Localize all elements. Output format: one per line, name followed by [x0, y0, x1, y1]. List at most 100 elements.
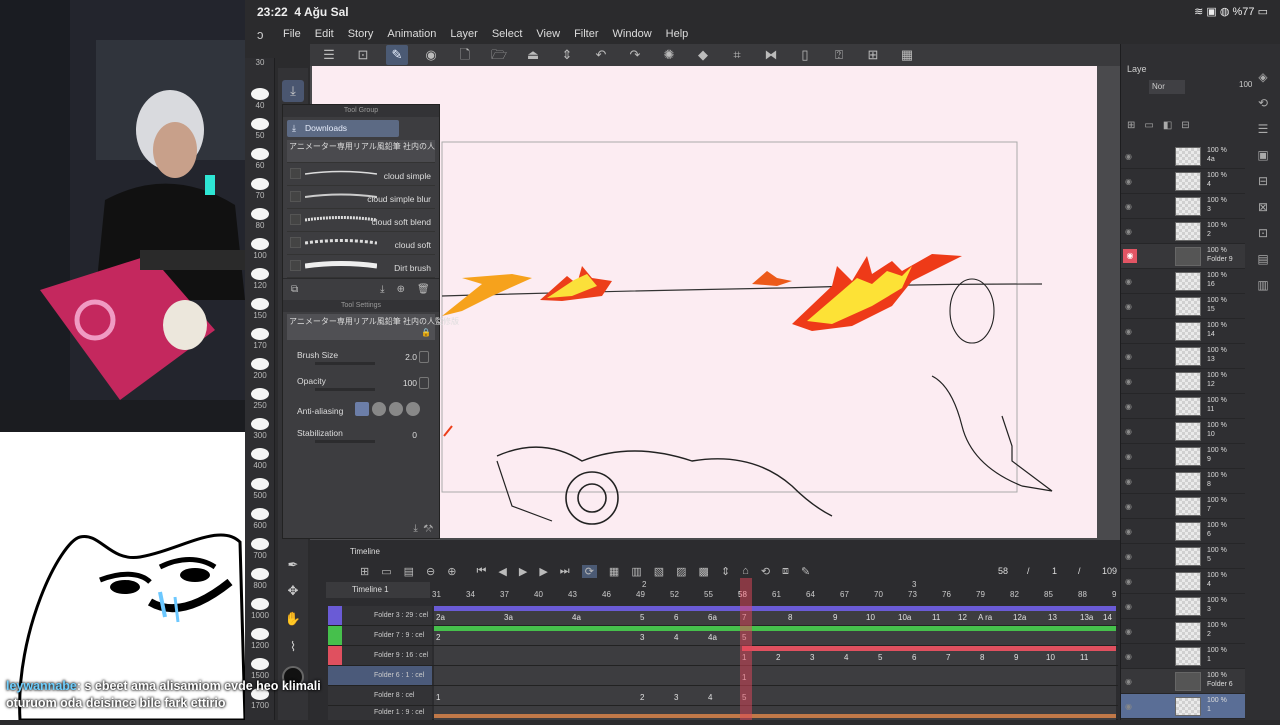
layer-tab[interactable]: Laye	[1127, 64, 1147, 74]
brush-size-option[interactable]: 400	[249, 448, 271, 470]
subview-icon[interactable]: ⊡	[1249, 220, 1277, 246]
trash-icon[interactable]: 🗑	[417, 284, 430, 295]
eye-icon[interactable]: ◉	[1125, 452, 1132, 461]
grid-icon[interactable]: ▦	[896, 45, 918, 65]
layers-icon[interactable]: ◈	[1249, 64, 1277, 90]
layer-row[interactable]: ◉ 100 % 9	[1121, 444, 1245, 469]
eye-icon[interactable]: ◉	[1125, 427, 1132, 436]
brush-item[interactable]: cloud soft blend	[287, 209, 435, 232]
eyedropper-icon[interactable]: ⌇	[282, 636, 304, 658]
eye-icon[interactable]: ◉	[1125, 677, 1132, 686]
menu-story[interactable]: Story	[348, 28, 374, 40]
brush-size-option[interactable]: 30	[249, 58, 271, 67]
image-icon[interactable]: ⊞	[862, 45, 884, 65]
eye-icon[interactable]: ◉	[1123, 249, 1137, 263]
onion-skin-icon[interactable]: ▦	[609, 565, 619, 578]
download-tool-icon[interactable]: ⤓	[282, 80, 304, 102]
play-icon[interactable]: ▶	[519, 565, 527, 578]
menu-select[interactable]: Select	[492, 28, 523, 40]
brush-size-option[interactable]: 200	[249, 358, 271, 380]
layer-row[interactable]: ◉ 100 % 2	[1121, 619, 1245, 644]
mask-icon[interactable]: ◧	[1163, 120, 1181, 131]
eye-icon[interactable]: ◉	[1125, 702, 1132, 711]
brush-size-option[interactable]: 300	[249, 418, 271, 440]
layer-row[interactable]: ◉ 100 % 15	[1121, 294, 1245, 319]
brush-size-option[interactable]: 170	[249, 328, 271, 350]
tag-icon[interactable]: ⊟	[1249, 168, 1277, 194]
layer-row[interactable]: ◉ 100 % 1	[1121, 644, 1245, 669]
layer-row[interactable]: ◉ 100 % 4	[1121, 169, 1245, 194]
eye-icon[interactable]: ◉	[1125, 552, 1132, 561]
stabilization-slider[interactable]	[315, 440, 375, 443]
brush-size-option[interactable]: 150	[249, 298, 271, 320]
zoom-out-icon[interactable]: ⊖	[426, 565, 435, 578]
layer-row[interactable]: ◉ 100 % 4a	[1121, 144, 1245, 169]
brush-item[interactable]: cloud simple blur	[287, 186, 435, 209]
folder-icon[interactable]: ▭	[1144, 120, 1162, 131]
eye-icon[interactable]: ◉	[1125, 652, 1132, 661]
layer-row[interactable]: ◉ 100 % 8	[1121, 469, 1245, 494]
redo-icon[interactable]: ↷	[624, 45, 646, 65]
info-icon[interactable]: ▥	[1249, 272, 1277, 298]
brush-size-option[interactable]: 100	[249, 238, 271, 260]
layer-row[interactable]: ◉ 100 % 3	[1121, 594, 1245, 619]
playhead[interactable]	[740, 578, 752, 720]
material-icon[interactable]: ▣	[1249, 142, 1277, 168]
fill-icon[interactable]: ◆	[692, 45, 714, 65]
hamburger-menu-icon[interactable]: ☰	[318, 45, 340, 65]
brush-size-setting[interactable]: Brush Size 2.0	[283, 346, 439, 372]
timeline-track[interactable]: Folder 9 : 16 : cel 1 2 3 4 5 6 7 8 9 10…	[328, 646, 1118, 666]
layer-row[interactable]: ◉ 100 % 2	[1121, 219, 1245, 244]
timeline-track[interactable]: Folder 6 : 1 : cel 1	[328, 666, 1118, 686]
new-file-icon[interactable]: 🗋	[454, 45, 476, 65]
close-panel-icon[interactable]: ⊠	[1249, 194, 1277, 220]
eye-icon[interactable]: ◉	[1125, 302, 1132, 311]
stabilization-value[interactable]: 0	[412, 430, 417, 440]
eye-icon[interactable]: ◉	[1125, 202, 1132, 211]
track-cells[interactable]	[434, 666, 1116, 685]
aa-strong-option[interactable]	[406, 402, 420, 416]
eye-icon[interactable]: ◉	[1125, 277, 1132, 286]
folder-icon[interactable]: ▭	[381, 565, 391, 578]
camera-icon[interactable]: ⌂	[742, 565, 749, 577]
layer-folder-row[interactable]: ◉ 100 % Folder 6	[1121, 669, 1245, 694]
layer-row[interactable]: ◉ 100 % 6	[1121, 519, 1245, 544]
brush-size-option[interactable]: 700	[249, 538, 271, 560]
color-icon[interactable]: ◉	[420, 45, 442, 65]
lock-icon[interactable]: 🔒	[421, 328, 431, 337]
first-frame-icon[interactable]: ⏮	[476, 565, 486, 578]
layer-row[interactable]: ◉ 100 % 10	[1121, 419, 1245, 444]
eye-icon[interactable]: ◉	[1125, 352, 1132, 361]
brush-size-option[interactable]: 60	[249, 148, 271, 170]
layer-row[interactable]: ◉ 100 % 5	[1121, 544, 1245, 569]
new-timeline-icon[interactable]: ⊞	[360, 565, 369, 578]
pen-icon[interactable]: ✒	[282, 554, 304, 576]
menu-view[interactable]: View	[536, 28, 560, 40]
history-icon[interactable]: ⟲	[1249, 90, 1277, 116]
blend-mode-select[interactable]: Nor	[1149, 80, 1185, 94]
eye-icon[interactable]	[328, 606, 342, 625]
help-icon[interactable]: ⍰	[828, 45, 850, 65]
pressure-icon[interactable]	[419, 377, 429, 389]
track-name[interactable]: Folder 7 : 9 : cel	[328, 626, 432, 645]
opacity-value[interactable]: 100	[403, 378, 417, 388]
eye-icon[interactable]: ◉	[1125, 327, 1132, 336]
reset-icon[interactable]: ⤓	[413, 523, 417, 534]
brush-checkbox[interactable]	[290, 191, 301, 202]
eye-icon[interactable]: ◉	[1125, 502, 1132, 511]
menu-filter[interactable]: Filter	[574, 28, 598, 40]
stabilization-setting[interactable]: Stabilization 0	[283, 424, 439, 450]
brush-size-option[interactable]: 120	[249, 268, 271, 290]
save-icon[interactable]: ⏏	[522, 45, 544, 65]
eye-icon[interactable]: ◉	[1125, 577, 1132, 586]
brush-size-option[interactable]: 600	[249, 508, 271, 530]
brush-size-value[interactable]: 2.0	[405, 352, 417, 362]
brush-checkbox[interactable]	[290, 260, 301, 271]
eye-icon[interactable]: ◉	[1125, 227, 1132, 236]
brush-size-slider[interactable]	[315, 362, 375, 365]
opacity-slider[interactable]	[315, 388, 375, 391]
opacity-setting[interactable]: Opacity 100	[283, 372, 439, 398]
aa-none-option[interactable]	[355, 402, 369, 416]
menu-animation[interactable]: Animation	[387, 28, 436, 40]
brush-checkbox[interactable]	[290, 214, 301, 225]
